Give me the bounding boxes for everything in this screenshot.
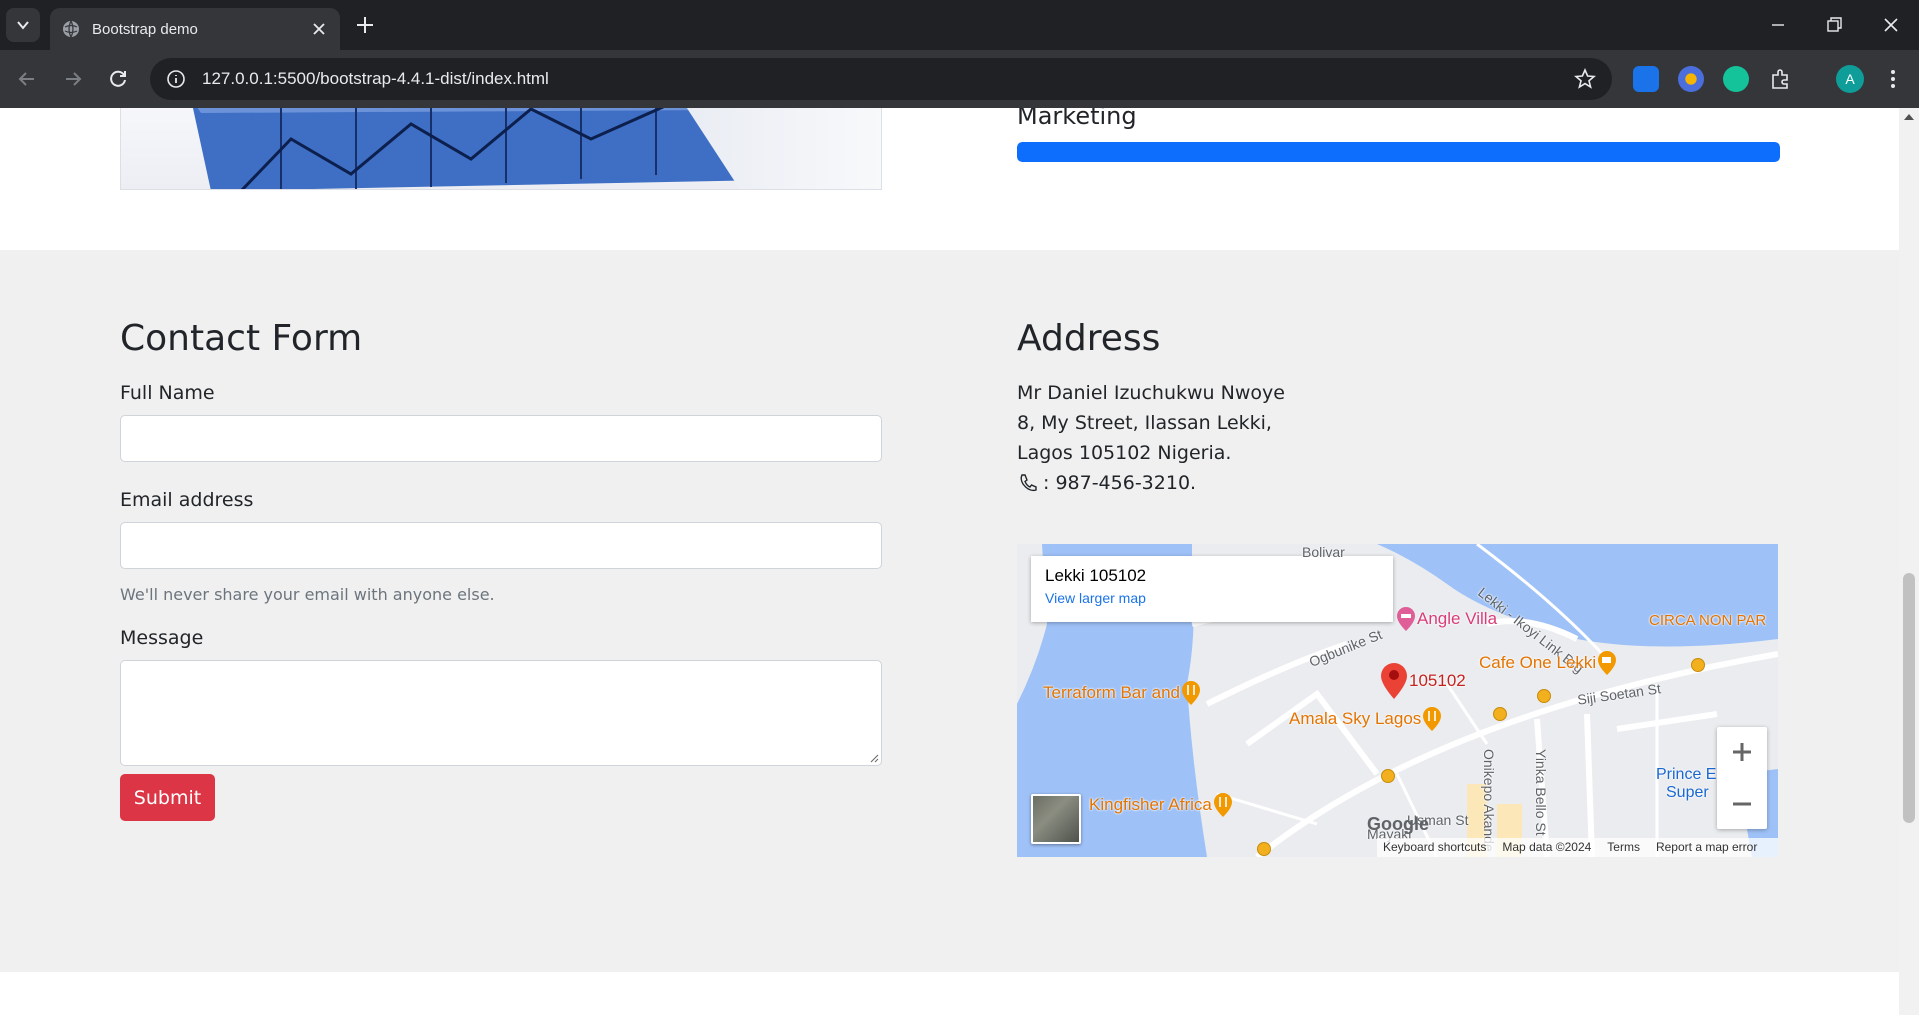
map-place-card: Lekki 105102 View larger map	[1031, 556, 1393, 622]
resize-grip-icon[interactable]	[869, 753, 879, 763]
hotel-pin-icon	[1397, 607, 1415, 631]
phone-line: : 987-456-3210.	[1017, 472, 1196, 494]
new-tab-icon[interactable]	[352, 12, 378, 38]
progress-fill	[1017, 142, 1780, 162]
map-poi[interactable]: Amala Sky Lagos	[1289, 706, 1443, 732]
plus-icon	[1733, 743, 1751, 761]
bus-stop-icon	[1381, 769, 1395, 783]
bus-stop-icon	[1691, 658, 1705, 672]
email-help-text: We'll never share your email with anyone…	[120, 585, 495, 604]
browser-toolbar: 127.0.0.1:5500/bootstrap-4.4.1-dist/inde…	[0, 50, 1919, 108]
view-larger-map-link[interactable]: View larger map	[1045, 590, 1379, 606]
map-data-text: Map data ©2024	[1502, 840, 1592, 854]
full-name-label: Full Name	[120, 382, 215, 404]
poi-label: Terraform Bar and	[1043, 683, 1180, 702]
forward-icon[interactable]	[60, 66, 86, 92]
email-input[interactable]	[120, 522, 882, 569]
minus-icon	[1733, 802, 1751, 806]
puzzle-extensions-icon[interactable]	[1768, 66, 1794, 92]
close-tab-icon[interactable]	[310, 20, 328, 38]
browser-tab[interactable]: Bootstrap demo	[50, 8, 340, 50]
tab-title: Bootstrap demo	[92, 20, 198, 38]
bus-stop-icon	[1537, 689, 1551, 703]
tab-search-button[interactable]	[6, 8, 40, 42]
map-marker[interactable]: 105102	[1379, 662, 1466, 700]
map-poi[interactable]: CIRCA NON PAR	[1649, 612, 1766, 629]
map-poi[interactable]: Prince E	[1656, 766, 1716, 784]
poi-label: Cafe One Lekki	[1479, 653, 1597, 672]
map-poi[interactable]: Kingfisher Africa	[1089, 792, 1234, 818]
bus-stop-icon	[1257, 842, 1271, 856]
map-poi[interactable]: Angle Villa	[1395, 606, 1497, 632]
map-poi[interactable]: Cafe One Lekki	[1479, 650, 1618, 676]
url-text: 127.0.0.1:5500/bootstrap-4.4.1-dist/inde…	[202, 69, 549, 88]
grammarly-icon[interactable]	[1723, 66, 1749, 92]
location-pin-icon	[1381, 663, 1407, 699]
map-poi[interactable]: Terraform Bar and	[1043, 680, 1202, 706]
progress-label: Marketing	[1017, 108, 1137, 130]
phone-icon	[1020, 474, 1037, 492]
poi-label: Kingfisher Africa	[1089, 795, 1212, 814]
minimize-icon[interactable]	[1765, 12, 1791, 38]
reload-icon[interactable]	[105, 66, 131, 92]
close-window-icon[interactable]	[1878, 12, 1904, 38]
address-line-2: 8, My Street, Ilassan Lekki,	[1017, 412, 1272, 434]
progress-bar	[1017, 142, 1780, 162]
embedded-map[interactable]: Lekki 105102 View larger map Bolivar Lek…	[1017, 544, 1778, 857]
globe-icon	[63, 20, 79, 38]
street-label: Bolivar	[1302, 544, 1345, 560]
report-error-link[interactable]: Report a map error	[1656, 840, 1757, 855]
more-menu-icon[interactable]	[1880, 66, 1906, 92]
restaurant-pin-icon	[1213, 793, 1232, 817]
satellite-toggle[interactable]	[1031, 794, 1081, 844]
zoom-out-button[interactable]	[1717, 779, 1767, 829]
page-scrollbar[interactable]	[1899, 108, 1919, 1015]
site-info-icon[interactable]	[166, 69, 186, 89]
bus-stop-icon	[1493, 707, 1507, 721]
keyboard-shortcuts-link[interactable]: Keyboard shortcuts	[1383, 840, 1486, 855]
street-label: Yinka Bello St	[1533, 749, 1549, 836]
chart-image	[120, 108, 882, 190]
map-poi[interactable]: Super	[1666, 784, 1709, 802]
zoom-in-button[interactable]	[1717, 727, 1767, 777]
scrollbar-thumb[interactable]	[1903, 573, 1915, 823]
address-bar[interactable]: 127.0.0.1:5500/bootstrap-4.4.1-dist/inde…	[150, 58, 1612, 100]
poi-label: Angle Villa	[1417, 609, 1498, 628]
chevron-down-icon	[17, 21, 29, 30]
restore-icon[interactable]	[1821, 12, 1847, 38]
marker-label: 105102	[1409, 671, 1466, 690]
address-line-3: Lagos 105102 Nigeria.	[1017, 442, 1232, 464]
bookmark-star-icon[interactable]	[1574, 68, 1596, 90]
terms-link[interactable]: Terms	[1607, 840, 1640, 855]
restaurant-pin-icon	[1423, 707, 1442, 731]
email-label: Email address	[120, 489, 254, 511]
extension-expand-icon[interactable]	[1633, 66, 1659, 92]
message-label: Message	[120, 627, 204, 649]
cafe-pin-icon	[1598, 651, 1617, 675]
map-zoom-controls	[1717, 727, 1767, 829]
browser-tab-bar: Bootstrap demo	[0, 0, 1919, 50]
scroll-up-arrow-icon[interactable]	[1904, 114, 1914, 120]
map-place-title: Lekki 105102	[1045, 566, 1147, 585]
restaurant-pin-icon	[1182, 681, 1200, 705]
contact-section: Contact Form Full Name Email address We'…	[0, 250, 1899, 972]
contact-title: Contact Form	[120, 318, 363, 359]
poi-label: Amala Sky Lagos	[1289, 709, 1422, 728]
street-label: Onikepo Akande	[1481, 749, 1497, 852]
page-viewport: Marketing Contact Form Full Name Email a…	[0, 108, 1899, 1015]
phone-number: : 987-456-3210.	[1043, 472, 1197, 494]
submit-button[interactable]: Submit	[120, 774, 215, 821]
address-line-1: Mr Daniel Izuchukwu Nwoye	[1017, 382, 1285, 404]
message-textarea[interactable]	[120, 660, 882, 766]
google-logo: Google	[1367, 814, 1429, 834]
full-name-input[interactable]	[120, 415, 882, 462]
back-icon[interactable]	[14, 66, 40, 92]
extension-icon[interactable]	[1678, 66, 1704, 92]
map-footer: Keyboard shortcuts Map data ©2024 Terms …	[1377, 838, 1778, 857]
profile-avatar[interactable]: A	[1836, 65, 1864, 93]
address-title: Address	[1017, 318, 1161, 359]
